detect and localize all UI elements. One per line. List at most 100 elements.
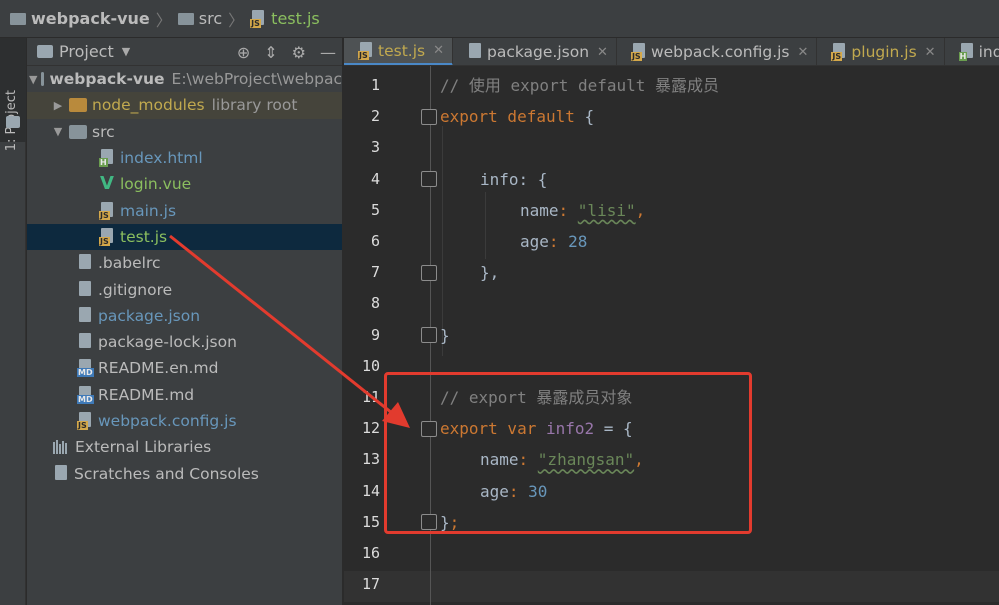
close-icon[interactable]: ✕ bbox=[433, 43, 444, 58]
folder-icon bbox=[6, 116, 20, 128]
markdown-file-icon: MD bbox=[77, 385, 94, 404]
minimize-icon[interactable]: — bbox=[320, 43, 336, 62]
tree-item-root[interactable]: ▼ webpack-vue E:\webProject\webpac bbox=[27, 66, 342, 92]
file-label: README.en.md bbox=[98, 359, 219, 378]
tree-item-test-js[interactable]: JS test.js bbox=[27, 223, 342, 251]
tree-item-gitignore[interactable]: .gitignore bbox=[27, 276, 342, 302]
fold-marker-icon[interactable] bbox=[421, 327, 437, 343]
file-label: test.js bbox=[120, 227, 168, 246]
tab-label: plugin.js bbox=[851, 43, 917, 61]
breadcrumb-file-label: test.js bbox=[271, 9, 320, 28]
code-line-1: // 使用 export default 暴露成员 bbox=[440, 76, 720, 95]
collapsed-arrow-icon[interactable]: ▶ bbox=[51, 99, 65, 112]
src-folder-label: src bbox=[92, 122, 115, 141]
tab-webpack-config[interactable]: JS webpack.config.js ✕ bbox=[617, 38, 818, 65]
line-number: 13 bbox=[361, 450, 380, 469]
breadcrumb-folder[interactable]: src bbox=[177, 0, 223, 38]
fold-marker-icon[interactable] bbox=[421, 171, 437, 187]
folder-icon bbox=[41, 72, 45, 87]
tree-item-webpack-config[interactable]: JS webpack.config.js bbox=[27, 408, 342, 434]
html-file-icon: H bbox=[958, 43, 975, 61]
project-view-selector[interactable]: Project bbox=[59, 42, 114, 61]
tree-item-index-html[interactable]: H index.html bbox=[27, 145, 342, 171]
html-file-icon: H bbox=[99, 149, 115, 168]
expanded-arrow-icon[interactable]: ▼ bbox=[51, 125, 65, 138]
navigation-bar: webpack-vue 〉 src 〉 JS test.js bbox=[0, 0, 999, 38]
tab-label: index. bbox=[978, 43, 999, 61]
number-literal: 28 bbox=[568, 232, 588, 251]
tab-package-json[interactable]: package.json ✕ bbox=[453, 38, 617, 65]
property: info bbox=[480, 169, 519, 189]
config-file-icon bbox=[77, 254, 93, 272]
libraries-icon bbox=[53, 440, 69, 455]
locate-icon[interactable]: ⊕ bbox=[237, 43, 250, 62]
js-file-icon: JS bbox=[99, 227, 115, 246]
line-number: 1 bbox=[370, 76, 380, 94]
close-icon[interactable]: ✕ bbox=[925, 45, 936, 60]
tree-item-external-libraries[interactable]: External Libraries bbox=[27, 434, 342, 460]
punctuation: : bbox=[548, 232, 569, 251]
line-number: 12 bbox=[361, 419, 380, 438]
tab-plugin-js[interactable]: JS plugin.js ✕ bbox=[817, 38, 945, 65]
text-file-icon bbox=[77, 280, 93, 299]
breadcrumb-folder-label: src bbox=[198, 9, 223, 28]
file-label: webpack.config.js bbox=[98, 412, 237, 430]
tree-item-main-js[interactable]: JS main.js bbox=[27, 197, 342, 223]
file-label: package.json bbox=[98, 306, 201, 325]
collapse-all-icon[interactable]: ⇕ bbox=[264, 43, 277, 62]
property: age bbox=[520, 232, 549, 251]
js-file-icon: JS bbox=[77, 412, 93, 430]
tree-item-babelrc[interactable]: .babelrc bbox=[27, 250, 342, 276]
punctuation: : { bbox=[518, 169, 548, 189]
chevron-right-icon: 〉 bbox=[228, 10, 245, 30]
tree-item-package-lock[interactable]: package-lock.json bbox=[27, 329, 342, 355]
project-tool-tab[interactable]: 1: Project bbox=[0, 38, 26, 151]
line-number: 14 bbox=[361, 481, 380, 500]
breadcrumb-project[interactable]: webpack-vue bbox=[10, 0, 150, 38]
file-label: README.md bbox=[98, 385, 195, 404]
breadcrumb-file[interactable]: JS test.js bbox=[250, 0, 320, 38]
line-number: 11 bbox=[361, 388, 380, 406]
line-number: 7 bbox=[370, 263, 380, 282]
fold-marker-icon[interactable] bbox=[421, 109, 437, 125]
code-line-4: info: { bbox=[480, 164, 547, 195]
project-panel-header: Project ▼ ⊕ ⇕ ⚙ — bbox=[27, 38, 342, 66]
chevron-down-icon[interactable]: ▼ bbox=[122, 45, 130, 58]
tab-label: package.json bbox=[486, 43, 590, 61]
tree-item-login-vue[interactable]: V login.vue bbox=[27, 171, 342, 197]
gear-icon[interactable]: ⚙ bbox=[292, 43, 306, 62]
string-literal: "lisi" bbox=[577, 200, 636, 220]
line-number: 2 bbox=[370, 107, 380, 126]
line-number: 9 bbox=[370, 325, 380, 344]
file-label: Scratches and Consoles bbox=[74, 464, 259, 483]
scratches-icon bbox=[53, 464, 69, 483]
js-file-icon: JS bbox=[630, 43, 647, 61]
tree-item-src[interactable]: ▼ src bbox=[27, 119, 342, 145]
tree-item-readme[interactable]: MD README.md bbox=[27, 382, 342, 408]
current-line-highlight bbox=[344, 571, 999, 603]
close-icon[interactable]: ✕ bbox=[798, 45, 809, 60]
markdown-file-icon: MD bbox=[77, 359, 94, 378]
js-file-icon: JS bbox=[358, 41, 374, 60]
tab-test-js[interactable]: JS test.js ✕ bbox=[344, 38, 453, 65]
root-folder-label: webpack-vue bbox=[49, 70, 165, 89]
close-icon[interactable]: ✕ bbox=[597, 45, 608, 60]
folder-icon bbox=[10, 12, 26, 26]
tree-item-package-json[interactable]: package.json bbox=[27, 303, 342, 329]
expanded-arrow-icon[interactable]: ▼ bbox=[29, 73, 37, 86]
json-file-icon bbox=[77, 333, 93, 351]
tree-item-scratches[interactable]: Scratches and Consoles bbox=[27, 460, 342, 486]
line-number: 16 bbox=[361, 544, 380, 562]
js-file-icon: JS bbox=[99, 201, 115, 220]
json-file-icon bbox=[77, 306, 93, 325]
js-file-icon: JS bbox=[831, 43, 847, 61]
tree-item-readme-en[interactable]: MD README.en.md bbox=[27, 355, 342, 381]
file-label: main.js bbox=[120, 201, 177, 220]
tab-index[interactable]: H index. bbox=[945, 38, 999, 65]
line-number: 15 bbox=[361, 512, 380, 531]
tree-item-node-modules[interactable]: ▶ node_modules library root bbox=[27, 92, 342, 119]
fold-marker-icon[interactable] bbox=[421, 265, 437, 281]
chevron-right-icon: 〉 bbox=[155, 10, 172, 30]
folder-icon bbox=[69, 98, 87, 113]
file-label: External Libraries bbox=[75, 438, 212, 457]
